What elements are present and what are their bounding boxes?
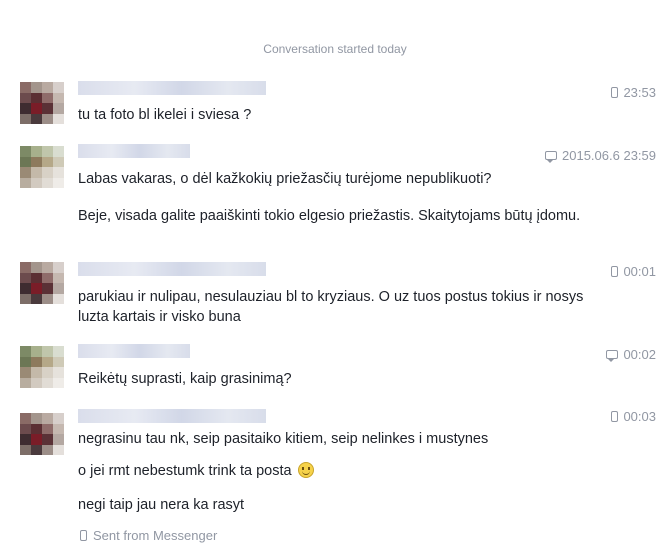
chat-icon bbox=[545, 151, 558, 163]
sender-name-blurred bbox=[78, 262, 266, 276]
avatar[interactable] bbox=[20, 413, 64, 455]
message-text: negrasinu tau nk, seip pasitaiko kitiem,… bbox=[78, 431, 489, 447]
sender-name-blurred bbox=[78, 81, 266, 95]
message-timestamp: 00:02 bbox=[606, 347, 656, 362]
avatar[interactable] bbox=[20, 82, 64, 124]
avatar[interactable] bbox=[20, 262, 64, 304]
avatar[interactable] bbox=[20, 146, 64, 188]
sender-name-blurred bbox=[78, 409, 266, 423]
phone-icon bbox=[611, 87, 619, 98]
phone-icon bbox=[611, 411, 619, 422]
sent-from-messenger: Sent from Messenger bbox=[80, 528, 217, 543]
phone-icon bbox=[611, 266, 619, 277]
smiley-emoji-icon bbox=[297, 462, 314, 478]
message-text: negi taip jau nera ka rasyt bbox=[78, 497, 245, 513]
message-timestamp: 00:03 bbox=[611, 409, 656, 424]
sender-name-blurred bbox=[78, 344, 190, 358]
message-text: o jei rmt nebestumk trink ta posta bbox=[78, 461, 598, 481]
message-text: tu ta foto bl ikelei i sviesa ? bbox=[78, 107, 252, 123]
message-text: Beje, visada galite paaiškinti tokio elg… bbox=[78, 208, 581, 224]
chat-icon bbox=[606, 350, 619, 362]
avatar[interactable] bbox=[20, 346, 64, 388]
message-timestamp: 00:01 bbox=[611, 264, 656, 279]
sender-name-blurred bbox=[78, 144, 190, 158]
message-timestamp: 23:53 bbox=[611, 85, 656, 100]
message-text: parukiau ir nulipau, nesulauziau bl to k… bbox=[78, 289, 584, 325]
message-text: Labas vakaras, o dėl kažkokių priežasčių… bbox=[78, 171, 492, 187]
phone-icon bbox=[80, 530, 87, 541]
message-text: Reikėtų suprasti, kaip grasinimą? bbox=[78, 371, 292, 387]
message-timestamp: 2015.06.6 23:59 bbox=[545, 148, 656, 163]
conversation-header: Conversation started today bbox=[263, 42, 407, 56]
